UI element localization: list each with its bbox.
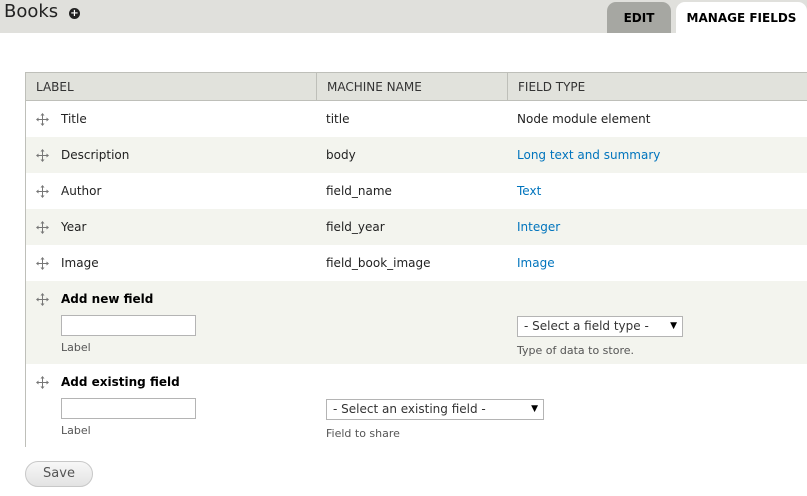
field-label: Title	[61, 112, 87, 126]
table-row: Image field_book_image Image	[26, 245, 807, 281]
field-label: Year	[61, 220, 87, 234]
field-label: Image	[61, 256, 99, 270]
drag-handle-icon[interactable]	[36, 257, 49, 270]
page-header: Books + EDIT MANAGE FIELDS	[0, 0, 807, 33]
table-row: Author field_name Text	[26, 173, 807, 209]
drag-handle-icon[interactable]	[36, 376, 49, 389]
field-machine-name: field_book_image	[326, 256, 431, 270]
table-row: Year field_year Integer	[26, 209, 807, 245]
field-machine-name: field_name	[326, 184, 392, 198]
save-button[interactable]: Save	[25, 461, 93, 487]
table-row: Title title Node module element	[26, 101, 807, 137]
column-header-field-type: FIELD TYPE	[518, 80, 586, 94]
table-row: Description body Long text and summary	[26, 137, 807, 173]
field-label: Author	[61, 184, 102, 198]
field-machine-name: body	[326, 148, 356, 162]
new-field-label-caption: Label	[61, 341, 91, 354]
fields-table: LABEL MACHINE NAME FIELD TYPE Title titl…	[25, 72, 807, 447]
existing-field-label-input[interactable]	[61, 398, 196, 419]
field-label: Description	[61, 148, 130, 162]
chevron-down-icon: ▼	[531, 404, 538, 414]
chevron-down-icon: ▼	[670, 321, 677, 331]
existing-field-select[interactable]: - Select an existing field - ▼	[326, 399, 544, 420]
field-type-select[interactable]: - Select a field type - ▼	[517, 316, 683, 337]
new-field-label-input[interactable]	[61, 315, 196, 336]
field-type: Node module element	[517, 112, 651, 126]
existing-field-select-value: - Select an existing field -	[333, 402, 486, 416]
field-type-link[interactable]: Image	[517, 245, 555, 281]
field-machine-name: title	[326, 112, 350, 126]
page-title: Books	[4, 1, 59, 22]
drag-handle-icon[interactable]	[36, 185, 49, 198]
existing-field-caption: Field to share	[326, 427, 400, 440]
tab-edit[interactable]: EDIT	[607, 2, 671, 33]
add-new-field-row: Add new field Label - Select a field typ…	[26, 281, 807, 364]
drag-handle-icon[interactable]	[36, 293, 49, 306]
column-header-label: LABEL	[26, 73, 317, 101]
drag-handle-icon[interactable]	[36, 221, 49, 234]
table-header: LABEL MACHINE NAME FIELD TYPE	[26, 73, 807, 101]
field-machine-name: field_year	[326, 220, 385, 234]
tab-manage-fields[interactable]: MANAGE FIELDS	[676, 2, 807, 33]
drag-handle-icon[interactable]	[36, 113, 49, 126]
add-existing-field-row: Add existing field Label - Select an exi…	[26, 364, 807, 447]
field-type-link[interactable]: Long text and summary	[517, 137, 660, 173]
add-new-field-heading: Add new field	[61, 292, 154, 306]
field-type-link[interactable]: Text	[517, 173, 541, 209]
field-type-caption: Type of data to store.	[517, 344, 634, 357]
column-header-machine-name: MACHINE NAME	[317, 73, 508, 101]
drag-handle-icon[interactable]	[36, 149, 49, 162]
field-type-link[interactable]: Integer	[517, 209, 560, 245]
field-type-select-value: - Select a field type -	[524, 319, 649, 333]
plus-circle-icon[interactable]: +	[69, 8, 80, 19]
existing-field-label-caption: Label	[61, 424, 91, 437]
add-existing-field-heading: Add existing field	[61, 375, 180, 389]
